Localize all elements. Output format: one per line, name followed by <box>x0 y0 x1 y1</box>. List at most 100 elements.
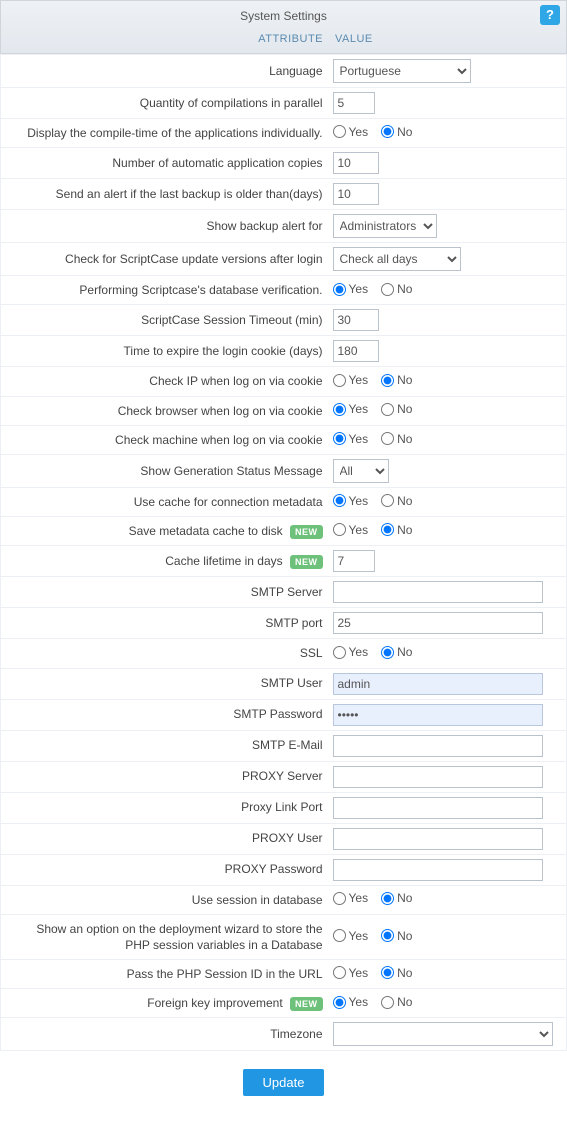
cache_lifetime-input[interactable] <box>333 550 375 572</box>
compile_time-no-radio[interactable] <box>381 125 394 138</box>
db_verification-yes-label[interactable]: Yes <box>333 282 369 296</box>
check_ip-yes-radio[interactable] <box>333 374 346 387</box>
proxy_password-input[interactable] <box>333 859 543 881</box>
show_backup_for-select[interactable]: Administrators <box>333 214 437 238</box>
value-smtp_port <box>329 608 567 639</box>
check_browser-yes-radio[interactable] <box>333 403 346 416</box>
session_db-yes-radio[interactable] <box>333 892 346 905</box>
label-smtp_password: SMTP Password <box>1 699 329 730</box>
value-check_machine: Yes No <box>329 425 567 454</box>
cache_conn-no-radio[interactable] <box>381 494 394 507</box>
compile_time-no-label[interactable]: No <box>381 125 412 139</box>
value-smtp_password <box>329 699 567 730</box>
check_ip-yes-label[interactable]: Yes <box>333 373 369 387</box>
check_machine-yes-label[interactable]: Yes <box>333 432 369 446</box>
save_cache_disk-no-label[interactable]: No <box>381 523 412 537</box>
fk_improvement-yes-radio[interactable] <box>333 996 346 1009</box>
pass_session_id-yes-radio[interactable] <box>333 966 346 979</box>
setting-row: Time to expire the login cookie (days) <box>1 336 567 367</box>
smtp_user-input[interactable] <box>333 673 543 695</box>
smtp_port-input[interactable] <box>333 612 543 634</box>
login_cookie_expire-input[interactable] <box>333 340 379 362</box>
update-button[interactable]: Update <box>243 1069 325 1096</box>
cache_conn-yes-radio[interactable] <box>333 494 346 507</box>
setting-row: Foreign key improvement NEW Yes No <box>1 989 567 1018</box>
deploy_option-yes-radio[interactable] <box>333 929 346 942</box>
check_ip-no-label[interactable]: No <box>381 373 412 387</box>
save_cache_disk-yes-radio[interactable] <box>333 523 346 536</box>
help-icon[interactable]: ? <box>540 5 560 25</box>
deploy_option-no-radio[interactable] <box>381 929 394 942</box>
setting-row: SMTP Password <box>1 699 567 730</box>
ssl-yes-radio[interactable] <box>333 646 346 659</box>
pass_session_id-radio-group: Yes No <box>333 966 423 980</box>
setting-row: SSL Yes No <box>1 639 567 668</box>
session_db-no-label[interactable]: No <box>381 891 412 905</box>
session_db-no-radio[interactable] <box>381 892 394 905</box>
setting-row: Number of automatic application copies <box>1 148 567 179</box>
check_ip-no-radio[interactable] <box>381 374 394 387</box>
fk_improvement-yes-label[interactable]: Yes <box>333 995 369 1009</box>
check_machine-no-label[interactable]: No <box>381 432 412 446</box>
compilations-input[interactable] <box>333 92 375 114</box>
setting-row: Show backup alert forAdministrators <box>1 210 567 243</box>
label-smtp_email: SMTP E-Mail <box>1 730 329 761</box>
proxy_link_port-input[interactable] <box>333 797 543 819</box>
fk_improvement-no-label[interactable]: No <box>381 995 412 1009</box>
setting-row: Proxy Link Port <box>1 792 567 823</box>
check_browser-no-radio[interactable] <box>381 403 394 416</box>
proxy_user-input[interactable] <box>333 828 543 850</box>
setting-row: Send an alert if the last backup is olde… <box>1 179 567 210</box>
fk_improvement-no-radio[interactable] <box>381 996 394 1009</box>
compile_time-yes-label[interactable]: Yes <box>333 125 369 139</box>
smtp_email-input[interactable] <box>333 735 543 757</box>
setting-row: Quantity of compilations in parallel <box>1 88 567 119</box>
compile_time-yes-radio[interactable] <box>333 125 346 138</box>
label-session_timeout: ScriptCase Session Timeout (min) <box>1 305 329 336</box>
pass_session_id-no-radio[interactable] <box>381 966 394 979</box>
auto_copies-input[interactable] <box>333 152 379 174</box>
backup_alert_days-input[interactable] <box>333 183 379 205</box>
check_browser-yes-label[interactable]: Yes <box>333 402 369 416</box>
setting-row: Display the compile-time of the applicat… <box>1 119 567 148</box>
save_cache_disk-yes-label[interactable]: Yes <box>333 523 369 537</box>
save_cache_disk-no-radio[interactable] <box>381 523 394 536</box>
check_machine-no-radio[interactable] <box>381 432 394 445</box>
db_verification-yes-radio[interactable] <box>333 283 346 296</box>
session_timeout-input[interactable] <box>333 309 379 331</box>
cache_conn-no-label[interactable]: No <box>381 494 412 508</box>
timezone-select[interactable] <box>333 1022 553 1046</box>
pass_session_id-no-label[interactable]: No <box>381 966 412 980</box>
proxy_server-input[interactable] <box>333 766 543 788</box>
label-language: Language <box>1 55 329 88</box>
column-headers: ATTRIBUTE VALUE <box>1 31 566 49</box>
label-check_machine: Check machine when log on via cookie <box>1 425 329 454</box>
label-check_browser: Check browser when log on via cookie <box>1 396 329 425</box>
ssl-no-label[interactable]: No <box>381 645 412 659</box>
smtp_server-input[interactable] <box>333 581 543 603</box>
new-badge: NEW <box>290 525 323 539</box>
value-check_browser: Yes No <box>329 396 567 425</box>
ssl-no-radio[interactable] <box>381 646 394 659</box>
session_db-yes-label[interactable]: Yes <box>333 891 369 905</box>
smtp_password-input[interactable] <box>333 704 543 726</box>
label-proxy_password: PROXY Password <box>1 854 329 885</box>
db_verification-no-radio[interactable] <box>381 283 394 296</box>
check_browser-no-label[interactable]: No <box>381 402 412 416</box>
check_machine-yes-radio[interactable] <box>333 432 346 445</box>
pass_session_id-yes-label[interactable]: Yes <box>333 966 369 980</box>
language-select[interactable]: Portuguese <box>333 59 471 83</box>
gen_status-select[interactable]: All <box>333 459 389 483</box>
db_verification-no-label[interactable]: No <box>381 282 412 296</box>
check_update-select[interactable]: Check all days <box>333 247 461 271</box>
value-db_verification: Yes No <box>329 276 567 305</box>
label-cache_lifetime: Cache lifetime in days NEW <box>1 546 329 577</box>
value-proxy_password <box>329 854 567 885</box>
value-smtp_user <box>329 668 567 699</box>
deploy_option-yes-label[interactable]: Yes <box>333 929 369 943</box>
ssl-yes-label[interactable]: Yes <box>333 645 369 659</box>
label-cache_conn: Use cache for connection metadata <box>1 487 329 516</box>
cache_conn-yes-label[interactable]: Yes <box>333 494 369 508</box>
label-pass_session_id: Pass the PHP Session ID in the URL <box>1 960 329 989</box>
deploy_option-no-label[interactable]: No <box>381 929 412 943</box>
